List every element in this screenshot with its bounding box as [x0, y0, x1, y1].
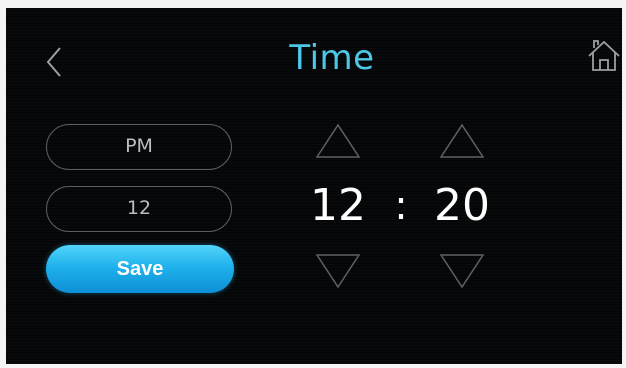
hour-format-selector[interactable]: 12	[46, 186, 232, 232]
triangle-down-icon	[439, 254, 485, 289]
time-settings-screen: Time PM 12 Save 12 : 20	[6, 8, 622, 364]
triangle-up-icon	[439, 123, 485, 158]
minute-decrease-button[interactable]	[438, 252, 486, 290]
minute-increase-button[interactable]	[438, 122, 486, 160]
time-separator: :	[394, 183, 408, 229]
save-button[interactable]: Save	[46, 245, 234, 293]
page-title: Time	[289, 38, 375, 78]
triangle-up-icon	[315, 123, 361, 158]
minute-value: 20	[434, 180, 490, 231]
home-button[interactable]	[586, 36, 622, 76]
triangle-down-icon	[315, 254, 361, 289]
am-pm-selector[interactable]: PM	[46, 124, 232, 170]
hour-decrease-button[interactable]	[314, 252, 362, 290]
home-icon	[588, 40, 620, 71]
hour-value: 12	[310, 180, 366, 231]
hour-increase-button[interactable]	[314, 122, 362, 160]
